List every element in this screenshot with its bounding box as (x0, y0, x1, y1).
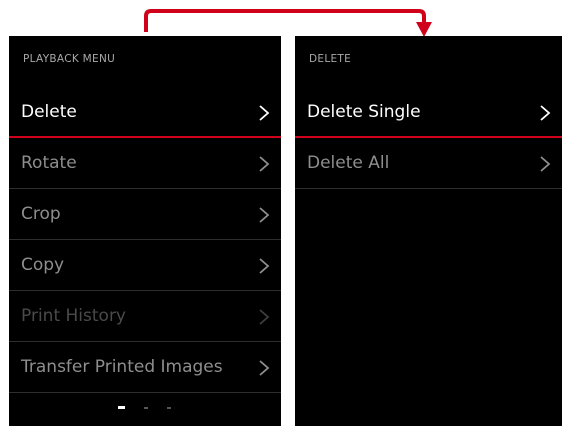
menu-item-delete[interactable]: Delete (9, 88, 281, 138)
menu-item-label: Rotate (21, 153, 77, 173)
page-dot-active (118, 406, 125, 409)
page-indicator (9, 406, 281, 412)
chevron-right-icon (259, 156, 270, 172)
menu-item-crop[interactable]: Crop (9, 190, 281, 240)
chevron-right-icon (259, 207, 270, 223)
menu-item-copy[interactable]: Copy (9, 241, 281, 291)
page-dot (144, 407, 148, 409)
menu-item-delete-single[interactable]: Delete Single (295, 88, 562, 138)
menu-item-label: Transfer Printed Images (21, 357, 223, 377)
menu-item-label: Print History (21, 306, 126, 326)
flow-arrow (144, 9, 432, 37)
chevron-right-icon (259, 105, 270, 121)
menu-header: DELETE (309, 53, 352, 65)
chevron-right-icon (540, 156, 551, 172)
menu-item-delete-all[interactable]: Delete All (295, 139, 562, 189)
menu-item-label: Delete (21, 102, 77, 122)
page-dot (167, 407, 171, 409)
menu-item-label: Crop (21, 204, 61, 224)
menu-item-print-history: Print History (9, 292, 281, 342)
chevron-right-icon (259, 360, 270, 376)
menu-header: PLAYBACK MENU (23, 53, 116, 65)
delete-menu-screen: DELETE Delete Single Delete All (295, 36, 562, 426)
chevron-right-icon (540, 105, 551, 121)
playback-menu-screen: PLAYBACK MENU Delete Rotate Crop Copy Pr… (9, 36, 281, 426)
chevron-right-icon (259, 258, 270, 274)
menu-item-label: Delete Single (307, 102, 421, 122)
menu-item-transfer-printed-images[interactable]: Transfer Printed Images (9, 343, 281, 393)
menu-item-rotate[interactable]: Rotate (9, 139, 281, 189)
chevron-right-icon (259, 309, 270, 325)
menu-item-label: Delete All (307, 153, 390, 173)
menu-item-label: Copy (21, 255, 65, 275)
